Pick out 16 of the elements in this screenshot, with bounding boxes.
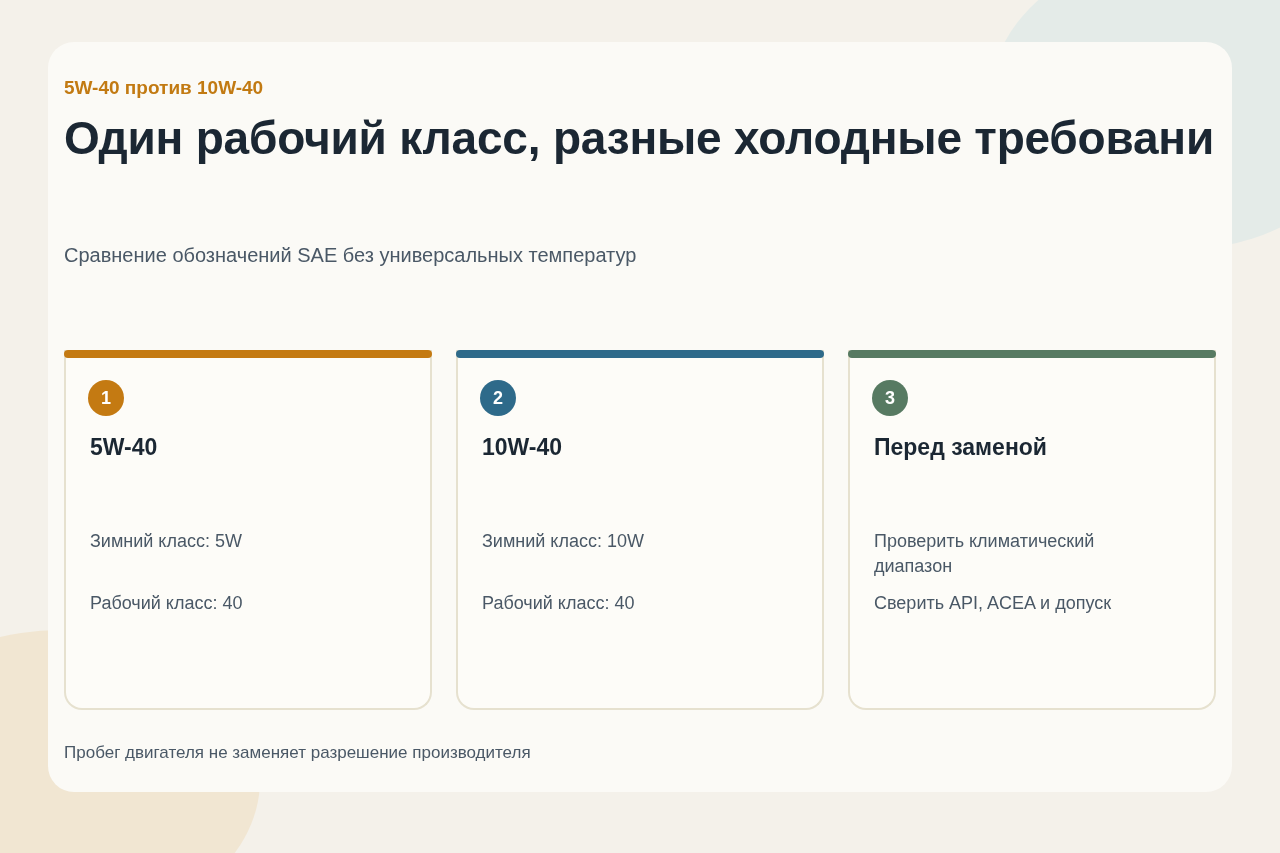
card-text: Сверить API, ACEA и допуск [874, 591, 1113, 615]
number-badge: 2 [480, 380, 516, 416]
card-heading: 5W-40 [90, 433, 159, 462]
number-badge: 3 [872, 380, 908, 416]
kicker: 5W-40 против 10W-40 [64, 76, 265, 100]
card-text: Зимний класс: 5W [90, 529, 243, 553]
card-text: Зимний класс: 10W [482, 529, 645, 553]
footnote: Пробег двигателя не заменяет разрешение производителя [64, 742, 532, 764]
subtitle: Сравнение обозначений SAE без универсальных температур [64, 243, 638, 268]
number-badge: 1 [88, 380, 124, 416]
card-text: Рабочий класс: 40 [482, 591, 636, 615]
slide-title: Один рабочий класс, разные холодные требовани [64, 111, 1215, 166]
card-heading: Перед заменой [874, 433, 1048, 462]
card-heading: 10W-40 [482, 433, 564, 462]
card-text: Проверить климатический диапазон [874, 529, 1096, 578]
card-text: Рабочий класс: 40 [90, 591, 244, 615]
